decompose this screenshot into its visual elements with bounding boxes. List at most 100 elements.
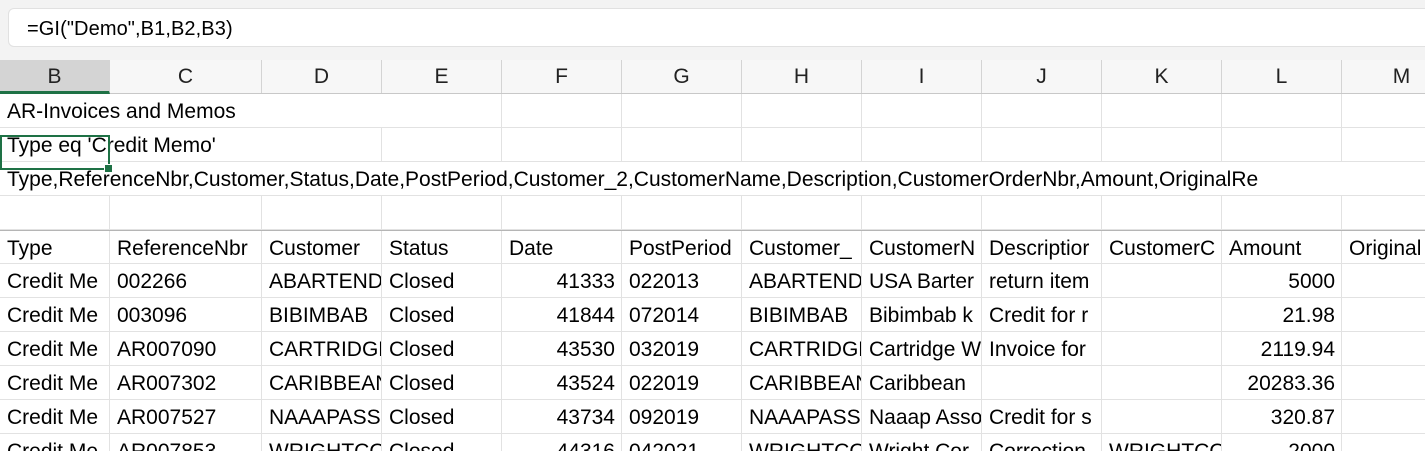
header-cell-referencenbr[interactable]: ReferenceNbr [110,231,262,264]
cell-b3[interactable]: Type,ReferenceNbr,Customer,Status,Date,P… [0,162,1425,195]
grid-cell[interactable] [1102,196,1222,229]
data-cell[interactable]: Bibimbab k [862,298,982,331]
data-cell[interactable] [1102,264,1222,297]
header-cell-status[interactable]: Status [382,231,502,264]
header-cell-amount[interactable]: Amount [1222,231,1342,264]
data-cell[interactable]: Credit Me [0,434,110,451]
grid-cell[interactable] [742,196,862,229]
data-cell[interactable]: Credit Me [0,298,110,331]
data-cell[interactable]: Closed [382,434,502,451]
header-cell-original[interactable]: Original [1342,231,1425,264]
column-header-h[interactable]: H [742,60,862,93]
data-cell[interactable]: USA Barter [862,264,982,297]
grid-cell[interactable] [862,94,982,127]
data-cell[interactable]: 003096 [110,298,262,331]
header-cell-description[interactable]: Descriptior [982,231,1102,264]
data-cell[interactable]: Closed [382,264,502,297]
column-header-g[interactable]: G [622,60,742,93]
data-cell[interactable]: NAAAPASS [262,400,382,433]
data-cell[interactable]: WRIGHTCO [262,434,382,451]
grid-cell[interactable] [262,196,382,229]
column-header-m[interactable]: M [1342,60,1425,93]
grid-cell[interactable] [502,196,622,229]
grid-cell[interactable] [382,128,502,161]
header-cell-customername[interactable]: CustomerN [862,231,982,264]
column-header-c[interactable]: C [110,60,262,93]
data-cell[interactable]: 20283.36 [1222,366,1342,399]
header-cell-customerordernbr[interactable]: CustomerC [1102,231,1222,264]
grid-cell[interactable] [0,196,110,229]
grid-cell[interactable] [1102,94,1222,127]
grid-cell[interactable] [742,128,862,161]
data-cell[interactable]: NAAAPASS [742,400,862,433]
header-cell-date[interactable]: Date [502,231,622,264]
column-header-k[interactable]: K [1102,60,1222,93]
data-cell[interactable] [1102,332,1222,365]
data-cell[interactable]: BIBIMBAB [742,298,862,331]
grid-cell[interactable] [862,196,982,229]
data-cell[interactable]: CARTRIDGE [742,332,862,365]
grid-cell[interactable] [1342,196,1425,229]
column-header-e[interactable]: E [382,60,502,93]
grid-cell[interactable] [1342,94,1425,127]
header-cell-postperiod[interactable]: PostPeriod [622,231,742,264]
grid-cell[interactable] [622,94,742,127]
grid-cell[interactable] [382,94,502,127]
column-header-f[interactable]: F [502,60,622,93]
data-cell[interactable]: WRIGHTCO [1102,434,1222,451]
data-cell[interactable] [1342,434,1425,451]
data-cell[interactable]: Invoice for [982,332,1102,365]
data-cell[interactable]: CARTRIDGE [262,332,382,365]
data-cell[interactable] [1102,400,1222,433]
data-cell[interactable]: Closed [382,298,502,331]
column-header-l[interactable]: L [1222,60,1342,93]
header-cell-customer-2[interactable]: Customer_ [742,231,862,264]
data-cell[interactable]: 042021 [622,434,742,451]
data-cell[interactable]: BIBIMBAB [262,298,382,331]
data-cell[interactable]: 43524 [502,366,622,399]
grid-cell[interactable] [742,94,862,127]
data-cell[interactable]: 092019 [622,400,742,433]
data-cell[interactable]: 41333 [502,264,622,297]
column-header-i[interactable]: I [862,60,982,93]
grid-cell[interactable] [1222,94,1342,127]
data-cell[interactable]: Credit Me [0,332,110,365]
data-cell[interactable]: 43734 [502,400,622,433]
data-cell[interactable] [1342,366,1425,399]
data-cell[interactable]: Correction [982,434,1102,451]
grid-cell[interactable] [622,128,742,161]
data-cell[interactable]: 21.98 [1222,298,1342,331]
data-cell[interactable]: 022013 [622,264,742,297]
grid-cell[interactable] [982,94,1102,127]
data-cell[interactable]: Cartridge W [862,332,982,365]
data-cell[interactable] [982,366,1102,399]
data-cell[interactable]: 2119.94 [1222,332,1342,365]
grid-cell[interactable] [382,196,502,229]
grid-cell[interactable] [862,128,982,161]
grid-cell[interactable] [982,196,1102,229]
data-cell[interactable]: Credit Me [0,264,110,297]
data-cell[interactable]: Wright Cor [862,434,982,451]
data-cell[interactable]: 44316 [502,434,622,451]
grid-cell[interactable] [502,128,622,161]
data-cell[interactable]: CARIBBEAN [262,366,382,399]
grid-cell[interactable] [502,94,622,127]
header-cell-type[interactable]: Type [0,231,110,264]
grid-cell[interactable] [110,196,262,229]
grid-cell[interactable] [1222,196,1342,229]
data-cell[interactable]: Closed [382,332,502,365]
grid-cell[interactable] [1222,128,1342,161]
data-cell[interactable] [1342,298,1425,331]
data-cell[interactable]: 41844 [502,298,622,331]
data-cell[interactable]: 022019 [622,366,742,399]
data-cell[interactable] [1342,264,1425,297]
data-cell[interactable]: Naaap Asso [862,400,982,433]
grid-cell[interactable] [982,128,1102,161]
fill-handle[interactable] [104,164,113,173]
data-cell[interactable]: AR007302 [110,366,262,399]
data-cell[interactable] [1102,298,1222,331]
header-cell-customer[interactable]: Customer [262,231,382,264]
data-cell[interactable]: AR007090 [110,332,262,365]
data-cell[interactable]: Credit for r [982,298,1102,331]
cell-b1[interactable]: AR-Invoices and Memos [0,94,382,127]
